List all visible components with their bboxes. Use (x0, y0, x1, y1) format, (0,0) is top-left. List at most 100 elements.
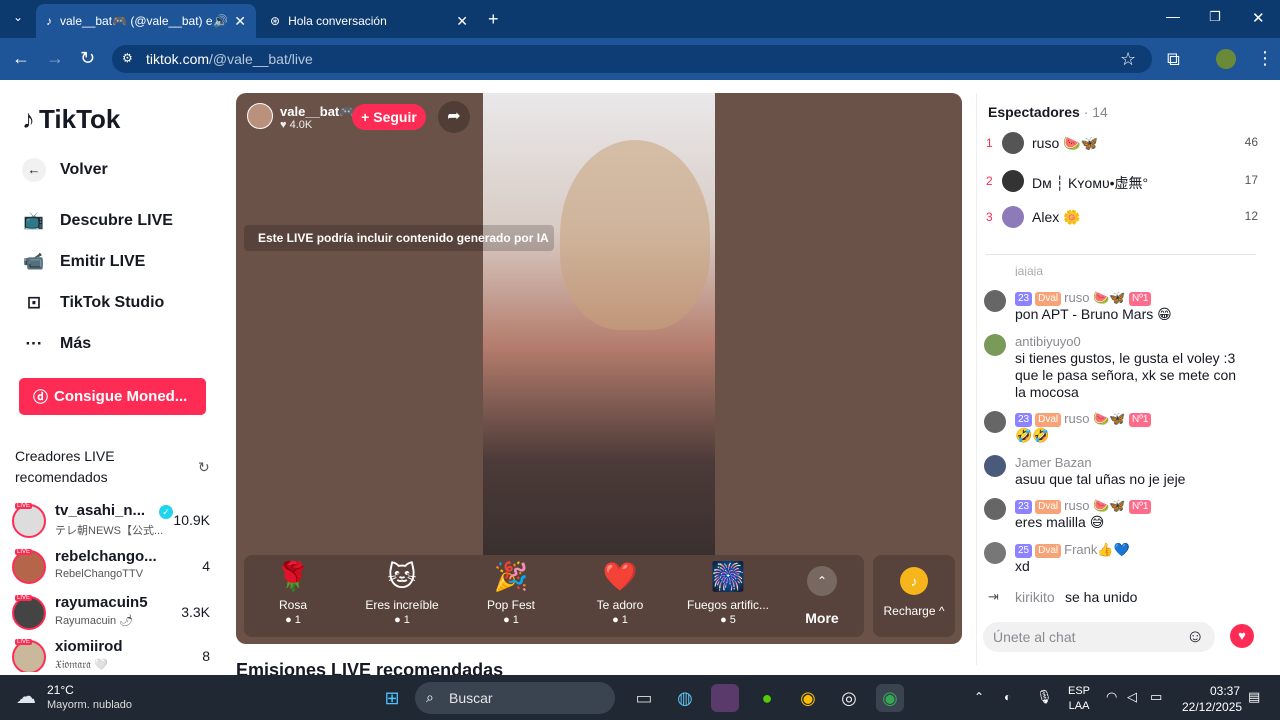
weather-temp[interactable]: 21°C (47, 683, 74, 697)
battery-icon[interactable]: ▭ (1150, 689, 1162, 705)
weather-icon[interactable]: ☁ (16, 684, 36, 709)
notifications-icon[interactable]: ▤ (1248, 689, 1260, 705)
gift-cost-value: 1 (621, 614, 628, 626)
new-tab-button[interactable]: + (488, 9, 499, 30)
duolingo-icon[interactable]: ● (753, 684, 781, 712)
extensions-icon[interactable]: ⧉ (1167, 49, 1180, 70)
gift-name: Fuegos artific... (686, 598, 770, 612)
close-tab-icon[interactable]: ✕ (456, 13, 468, 30)
creator-sub: テレ朝NEWS【公式... (55, 525, 164, 537)
chat-user[interactable]: 25 Dval Frank👍💙 (1015, 542, 1130, 558)
avatar[interactable] (984, 542, 1006, 564)
rank-badge: Nº1 (1129, 412, 1152, 427)
chat-username[interactable]: Jamer Bazan (1015, 455, 1092, 470)
tray-app-icon[interactable]: ◐ (1004, 690, 1011, 704)
wifi-icon[interactable]: ◠ (1106, 689, 1117, 705)
more-gifts-button[interactable]: ⌃ More (794, 566, 850, 626)
copilot-icon[interactable]: ◍ (671, 684, 699, 712)
like-heart-icon[interactable]: ♥ (1230, 624, 1254, 648)
viewer-row[interactable]: 1 ruso 🍉🦋 46 (986, 132, 1258, 156)
chat-text: pon APT - Bruno Mars 😁 (1015, 306, 1172, 322)
close-window-icon[interactable]: ✕ (1252, 9, 1265, 27)
tray-chevron-icon[interactable]: ⌃ (974, 690, 984, 704)
app-icon[interactable] (711, 684, 739, 712)
obs-icon[interactable]: ◎ (835, 684, 863, 712)
viewer-row[interactable]: 3 Alex 🌼 12 (986, 206, 1258, 230)
chat-text: xd (1015, 558, 1030, 574)
avatar[interactable] (984, 411, 1006, 433)
bookmark-star-icon[interactable]: ☆ (1120, 49, 1136, 70)
chat-input[interactable]: Únete al chat (983, 622, 1215, 652)
gift-cost: ● 1 (394, 614, 410, 626)
avatar[interactable] (984, 498, 1006, 520)
chat-username: Frank👍💙 (1064, 542, 1130, 557)
coins-label: Consigue Moned... (54, 388, 188, 405)
gift-eres-increible[interactable]: 🐱 Eres increíble ● 1 (352, 560, 452, 626)
avatar[interactable] (984, 290, 1006, 312)
arrow-left-icon: ← (22, 158, 46, 182)
language-indicator[interactable]: ESP LAA (1068, 684, 1090, 714)
back-icon[interactable]: ← (12, 48, 30, 69)
chat-user[interactable]: 23 Dval ruso 🍉🦋 Nº1 (1015, 498, 1154, 514)
creator-item[interactable]: LIVE tv_asahi_n... ✓ テレ朝NEWS【公式... 10.9K (12, 502, 212, 542)
chat-user[interactable]: 23 Dval ruso 🍉🦋 Nº1 (1015, 290, 1154, 306)
gift-fuegos[interactable]: 🎆 Fuegos artific... ● 5 (678, 560, 778, 626)
join-username[interactable]: kirikito (1015, 589, 1055, 605)
sidebar-item-descubre-live[interactable]: 📺 Descubre LIVE (22, 206, 173, 236)
gift-rosa[interactable]: 🌹 Rosa ● 1 (243, 560, 343, 626)
chat-username: ruso 🍉🦋 (1064, 498, 1126, 513)
viewer-score: 46 (1244, 135, 1258, 149)
site-info-icon[interactable]: ⚙ (122, 51, 133, 65)
microphone-icon[interactable]: 🎙 (1036, 689, 1053, 705)
tab-hola[interactable]: ⊛ Hola conversación ✕ (260, 4, 478, 38)
chat-username[interactable]: antibiyuyo0 (1015, 334, 1081, 349)
reload-icon[interactable]: ↻ (80, 48, 95, 69)
gift-te-adoro[interactable]: ❤️ Te adoro ● 1 (570, 560, 670, 626)
gift-name: Rosa (278, 598, 307, 612)
creator-item[interactable]: LIVE rebelchango... RebelChangoTTV 4 (12, 548, 212, 588)
maximize-icon[interactable]: ❐ (1209, 9, 1221, 25)
weather-text[interactable]: Mayorm. nublado (47, 699, 132, 711)
sidebar-item-tiktok-studio[interactable]: ⊡ TikTok Studio (22, 288, 164, 318)
get-coins-button[interactable]: ⓓ Consigue Moned... (19, 378, 206, 415)
level-badge: 23 (1015, 412, 1033, 427)
rank-badge: Nº1 (1129, 499, 1152, 514)
chat-user[interactable]: 23 Dval ruso 🍉🦋 Nº1 (1015, 411, 1154, 427)
forward-icon[interactable]: → (46, 48, 64, 69)
emoji-icon[interactable]: ☺ (1186, 626, 1204, 647)
cat-icon: 🐱 (387, 561, 417, 592)
volume-icon[interactable]: ◁ (1127, 689, 1137, 705)
chrome-icon[interactable]: ◉ (794, 684, 822, 712)
clock[interactable]: 03:37 22/12/2025 (1182, 683, 1242, 715)
tab-list-button[interactable]: ⌄ (8, 10, 28, 28)
tiktok-logo[interactable]: ♪ TikTok (22, 104, 120, 135)
menu-icon[interactable]: ⋮ (1256, 48, 1274, 69)
sidebar-item-label: Emitir LIVE (60, 253, 146, 270)
likes-count: 4.0K (289, 119, 313, 131)
gift-pop-fest[interactable]: 🎉 Pop Fest ● 1 (461, 560, 561, 626)
url-field[interactable]: tiktok.com/@vale__bat/live (112, 45, 1152, 73)
sidebar-item-mas[interactable]: ··· Más (22, 329, 92, 359)
close-tab-icon[interactable]: ✕ (234, 13, 246, 30)
sidebar-item-volver[interactable]: ← Volver (22, 155, 108, 185)
follow-button[interactable]: + Seguir (352, 104, 426, 130)
audio-icon[interactable]: 🔊 (213, 14, 228, 28)
avatar[interactable] (984, 455, 1006, 477)
minimize-icon[interactable]: — (1166, 8, 1180, 24)
share-icon[interactable]: ➦ (438, 101, 470, 133)
windows-start-icon[interactable]: ⊞ (378, 684, 406, 712)
avatar[interactable] (984, 334, 1006, 356)
creator-item[interactable]: LIVE xiomiirod 𝔛𝔦𝔬𝔪𝔞𝔯𝔞 🤍 8 (12, 638, 212, 672)
viewer-row[interactable]: 2 Dᴍ ┆ Kʏᴏᴍᴜ•虚無° 17 (986, 170, 1258, 194)
verified-icon: ✓ (159, 505, 173, 519)
task-view-icon[interactable]: ▭ (630, 684, 658, 712)
chrome-active-icon[interactable]: ◉ (876, 684, 904, 712)
recharge-button[interactable]: ♪ Recharge ^ (873, 555, 955, 637)
creator-item[interactable]: LIVE rayumacuin5 Rayumacuin 🌶 3.3K (12, 594, 212, 634)
profile-avatar[interactable] (1216, 49, 1236, 69)
sidebar-item-emitir-live[interactable]: 📹 Emitir LIVE (22, 247, 145, 277)
sidebar-item-label: Más (60, 335, 92, 352)
tab-tiktok[interactable]: ♪ vale__bat🎮 (@vale__bat) e 🔊 ✕ (36, 4, 256, 38)
taskbar-search[interactable]: Buscar (415, 682, 615, 714)
refresh-icon[interactable]: ↻ (198, 459, 210, 476)
